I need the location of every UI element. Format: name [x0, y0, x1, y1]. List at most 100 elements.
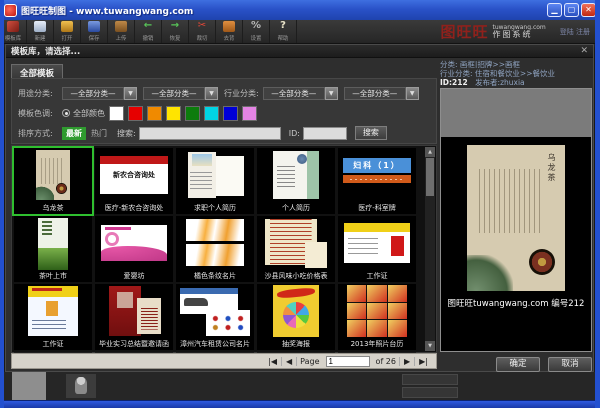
toolbar-upload-button[interactable]: 上传	[108, 20, 135, 43]
template-thumbnail-wulongcha[interactable]: 乌龙茶	[14, 148, 92, 214]
toolbar-save-button[interactable]: 保存	[81, 20, 108, 43]
toolbar-redo-button[interactable]: → 恢复	[162, 20, 189, 43]
template-thumbnail[interactable]: 漳州汽车租赁公司名片	[176, 284, 254, 350]
cancel-button[interactable]: 取消	[548, 357, 592, 372]
usage-category-dropdown-1[interactable]: —全部分类— ▼	[62, 87, 137, 100]
thumbnail-art: 妇科（1）	[338, 148, 416, 202]
toolbar-label: 恢复	[170, 33, 181, 41]
scissors-icon: ✂	[196, 21, 208, 32]
industry-category-dropdown-1[interactable]: —全部分类— ▼	[263, 87, 338, 100]
usage-category-dropdown-2[interactable]: —全部分类— ▼	[143, 87, 218, 100]
color-swatch-red[interactable]	[128, 106, 143, 121]
window-bottom-border	[0, 400, 600, 408]
toolbar-new-button[interactable]: 新建	[27, 20, 54, 43]
usage-category-label: 用途分类:	[18, 88, 62, 99]
scroll-down-icon[interactable]: ▼	[425, 341, 435, 351]
search-label: 搜索:	[117, 128, 136, 139]
last-page-button[interactable]: ▶|	[414, 357, 432, 366]
minimize-button[interactable]: ▁	[547, 3, 562, 17]
template-thumbnail[interactable]: 爱婴坊	[95, 216, 173, 282]
toolbar-crop-button[interactable]: ✂ 裁切	[189, 20, 216, 43]
window-title: 图旺旺制图 - www.tuwangwang.com	[21, 4, 193, 17]
template-thumbnail[interactable]: 妇科（1） 医疗-科室牌	[338, 148, 416, 214]
thumbnail-label: 茶叶上市	[14, 271, 92, 281]
background-button-1[interactable]	[402, 374, 458, 385]
app-window: 图旺旺制图 - www.tuwangwang.com ▁ ▢ ✕ 模板库 新建 …	[0, 0, 600, 408]
chevron-down-icon[interactable]: ▼	[205, 87, 218, 100]
sort-newest-button[interactable]: 最新	[62, 127, 86, 140]
background-button-2[interactable]	[402, 387, 458, 398]
color-swatch-blue[interactable]	[223, 106, 238, 121]
color-swatch-yellow[interactable]	[166, 106, 181, 121]
thumbnail-label: 工作证	[338, 271, 416, 281]
search-button[interactable]: 搜索	[355, 126, 387, 140]
toolbar-label: 裁切	[197, 33, 208, 41]
color-swatch-cyan[interactable]	[204, 106, 219, 121]
background-app-area	[0, 372, 600, 400]
template-thumbnail[interactable]: 沙县风味小吃价格表	[257, 216, 335, 282]
template-thumbnail[interactable]: 求职个人简历	[176, 148, 254, 214]
first-page-button[interactable]: |◀	[264, 357, 281, 366]
template-thumbnail[interactable]: 新农合咨询处 医疗-新农合咨询处	[95, 148, 173, 214]
color-swatch-violet[interactable]	[242, 106, 257, 121]
toolbar-help-button[interactable]: ? 帮助	[270, 20, 297, 43]
brand-logo: 图旺旺 tuwangwang.com 作图系统 登陆 注册	[440, 20, 600, 43]
thumbnail-art: 新农合咨询处	[95, 148, 173, 202]
template-thumbnail[interactable]: 橘色条纹名片	[176, 216, 254, 282]
ok-button[interactable]: 确定	[496, 357, 540, 372]
color-swatch-orange[interactable]	[147, 106, 162, 121]
pagination-bar: |◀ ◀ Page of 26 ▶ ▶|	[11, 353, 437, 369]
chevron-down-icon[interactable]: ▼	[406, 87, 419, 100]
search-input[interactable]	[139, 127, 281, 140]
toolbar-settings-button[interactable]: % 设置	[243, 20, 270, 43]
account-links[interactable]: 登陆 注册	[560, 27, 590, 37]
prev-page-button[interactable]: ◀	[281, 357, 296, 366]
toolbar-label: 帮助	[278, 33, 289, 41]
chevron-down-icon[interactable]: ▼	[124, 87, 137, 100]
title-bar[interactable]: 图旺旺制图 - www.tuwangwang.com ▁ ▢ ✕	[0, 0, 600, 20]
industry-category-label: 行业分类:	[224, 88, 259, 99]
dialog-header: 模板库，请选择... ✕	[6, 45, 593, 58]
dropdown-value: —全部分类—	[143, 87, 205, 100]
template-thumbnail[interactable]: 工作证	[14, 284, 92, 350]
scroll-up-icon[interactable]: ▲	[425, 147, 435, 157]
template-thumbnail[interactable]: 毕业实习总结暨邀请函	[95, 284, 173, 350]
sort-mode-label: 排序方式:	[18, 128, 62, 139]
undo-arrow-icon: ←	[142, 21, 154, 32]
toolbar-remove-bg-button[interactable]: 去背	[216, 20, 243, 43]
poster-title: 乌龙茶	[546, 153, 557, 183]
close-button[interactable]: ✕	[581, 3, 596, 17]
color-swatch-white[interactable]	[109, 106, 124, 121]
toolbar-open-button[interactable]: 打开	[54, 20, 81, 43]
template-thumbnail[interactable]: 个人简历	[257, 148, 335, 214]
id-label: ID:	[289, 129, 300, 138]
industry-category-dropdown-2[interactable]: —全部分类— ▼	[344, 87, 419, 100]
page-count-label: of 26	[373, 357, 399, 366]
thumbnail-art	[14, 148, 92, 202]
thumbnail-label: 橘色条纹名片	[176, 271, 254, 281]
dropdown-value: —全部分类—	[62, 87, 124, 100]
template-thumbnail[interactable]: 茶叶上市	[14, 216, 92, 282]
page-number-input[interactable]	[326, 356, 370, 367]
scrollbar-thumb[interactable]	[426, 158, 434, 196]
background-panel	[12, 372, 46, 400]
toolbar-label: 去背	[224, 33, 235, 41]
template-thumbnail[interactable]: 2013年照片台历	[338, 284, 416, 350]
thumbnail-art	[176, 284, 254, 338]
color-swatch-green[interactable]	[185, 106, 200, 121]
all-colors-radio[interactable]	[62, 109, 70, 117]
grid-scrollbar[interactable]: ▲ ▼	[425, 147, 435, 351]
toolbar-template-library-button[interactable]: 模板库	[0, 20, 27, 43]
chevron-down-icon[interactable]: ▼	[325, 87, 338, 100]
template-thumbnail[interactable]: 抽奖海报	[257, 284, 335, 350]
sort-hot-button[interactable]: 热门	[91, 128, 107, 139]
toolbar-undo-button[interactable]: ← 撤销	[135, 20, 162, 43]
dialog-close-icon[interactable]: ✕	[580, 47, 588, 56]
preview-panel: 分类: 画框|招牌>>画框 行业分类: 住宿和餐饮业>>餐饮业 ID:212 发…	[440, 59, 592, 371]
maximize-button[interactable]: ▢	[564, 3, 579, 17]
next-page-button[interactable]: ▶	[399, 357, 414, 366]
thumbnail-label: 漳州汽车租赁公司名片	[176, 339, 254, 349]
template-thumbnail[interactable]: 工作证	[338, 216, 416, 282]
page-label: Page	[296, 357, 322, 366]
id-input[interactable]	[303, 127, 347, 140]
